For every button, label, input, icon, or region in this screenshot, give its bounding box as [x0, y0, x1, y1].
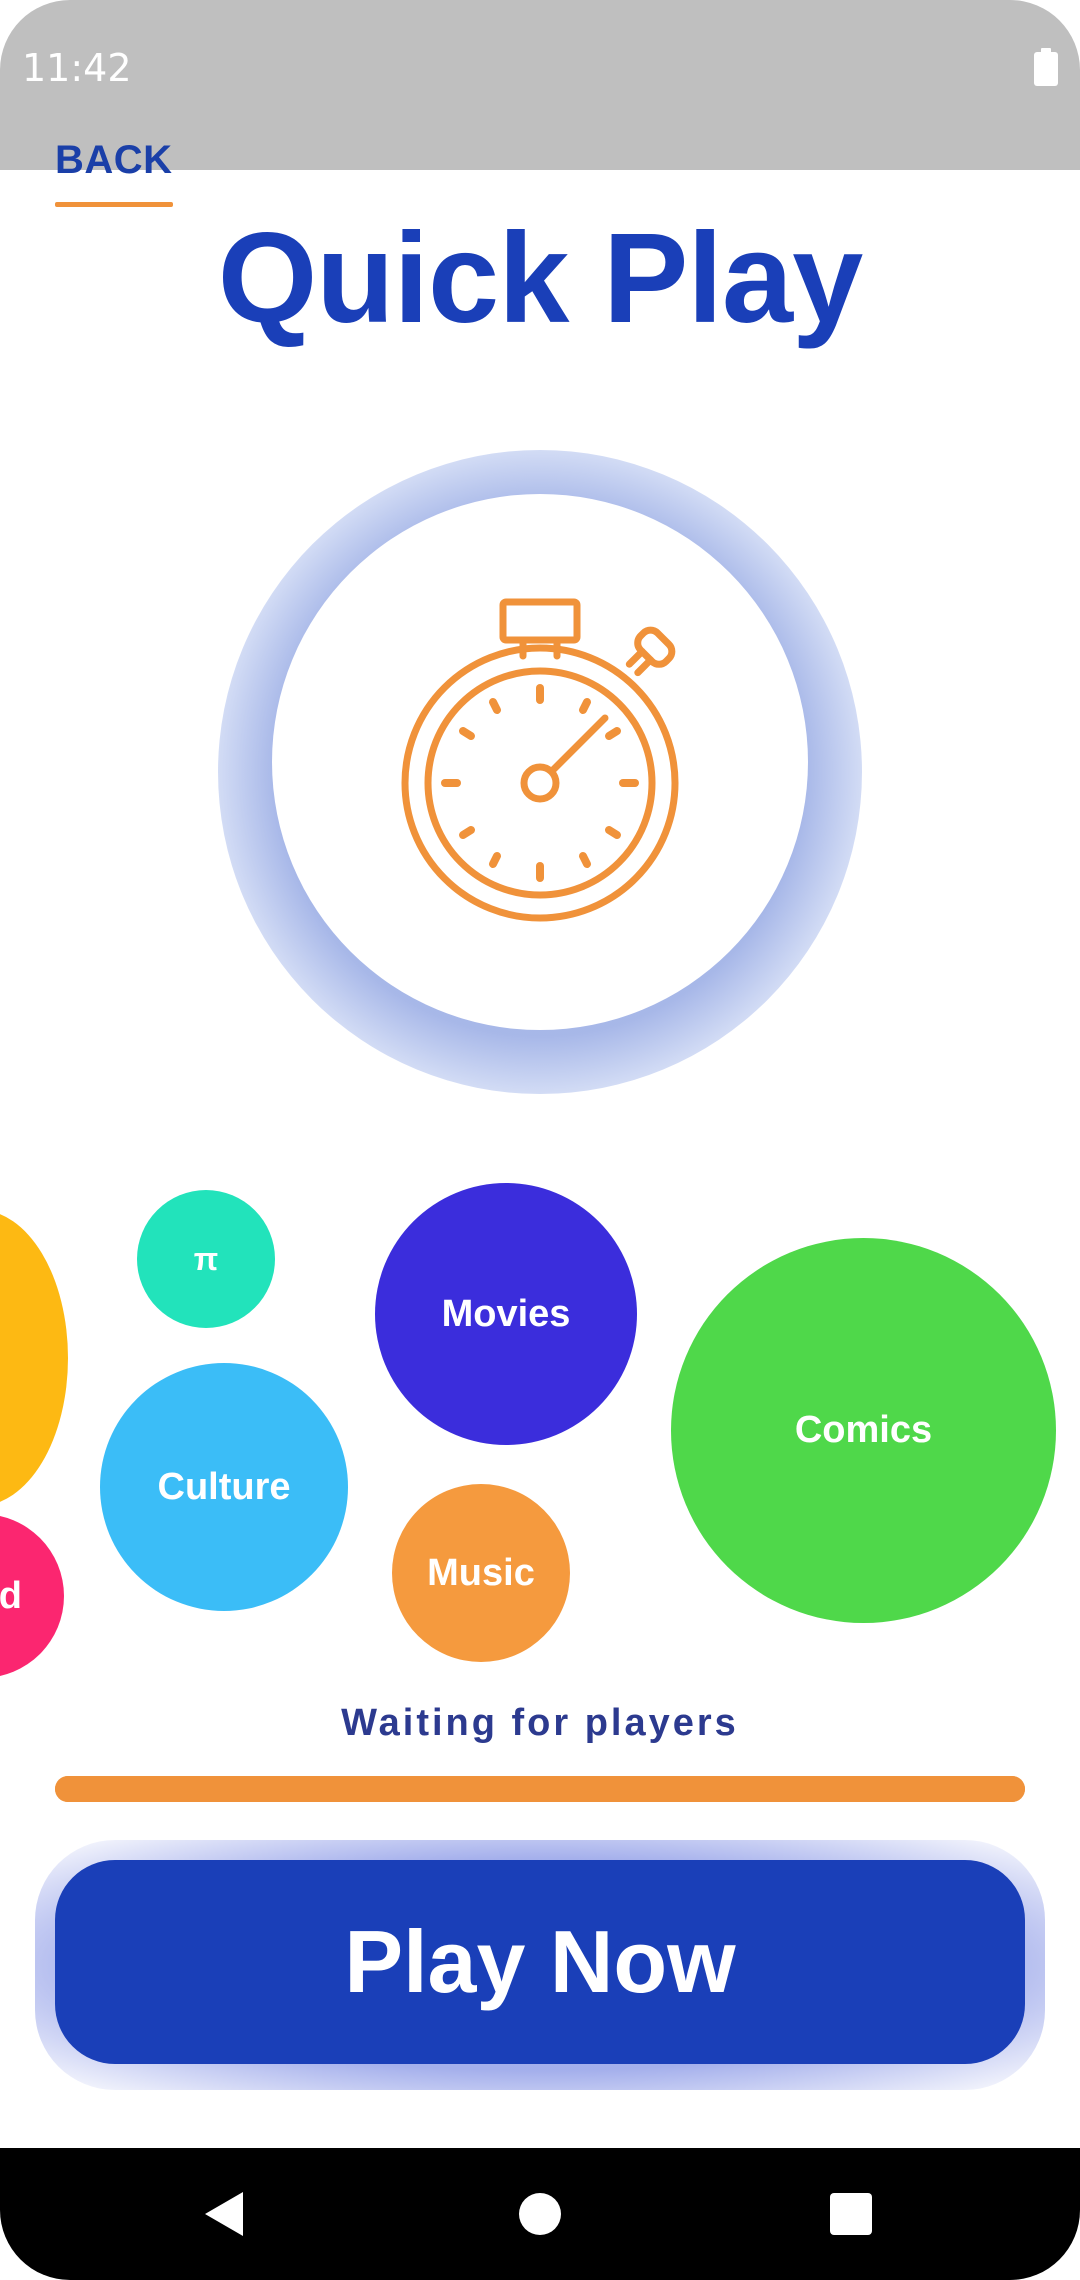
- category-bubble-math[interactable]: π: [137, 1190, 275, 1328]
- page-title: Quick Play: [217, 207, 864, 350]
- nav-back-icon[interactable]: [205, 2192, 243, 2236]
- play-now-button[interactable]: Play Now: [55, 1860, 1025, 2064]
- stopwatch-icon: [401, 598, 679, 922]
- category-bubble-music[interactable]: Music: [392, 1484, 570, 1662]
- nav-recents-icon[interactable]: [830, 2193, 872, 2235]
- battery-full-icon: [1034, 48, 1058, 86]
- category-bubble-movies[interactable]: Movies: [375, 1183, 637, 1445]
- category-bubble-yellow[interactable]: [0, 1210, 68, 1506]
- status-time: 11:42: [22, 46, 132, 90]
- category-bubble-culture[interactable]: Culture: [100, 1363, 348, 1611]
- nav-home-icon[interactable]: [519, 2193, 561, 2235]
- back-button[interactable]: BACK: [55, 138, 173, 183]
- waiting-status: Waiting for players: [341, 1702, 739, 1744]
- category-bubble-comics[interactable]: Comics: [671, 1238, 1056, 1623]
- category-bubble-pink[interactable]: d: [0, 1514, 64, 1678]
- progress-fill: [55, 1776, 1025, 1802]
- screen: 11:42 BACK Quick Play π Movies Comics Cu…: [0, 0, 1080, 2280]
- waiting-progress-bar: [55, 1776, 1025, 1802]
